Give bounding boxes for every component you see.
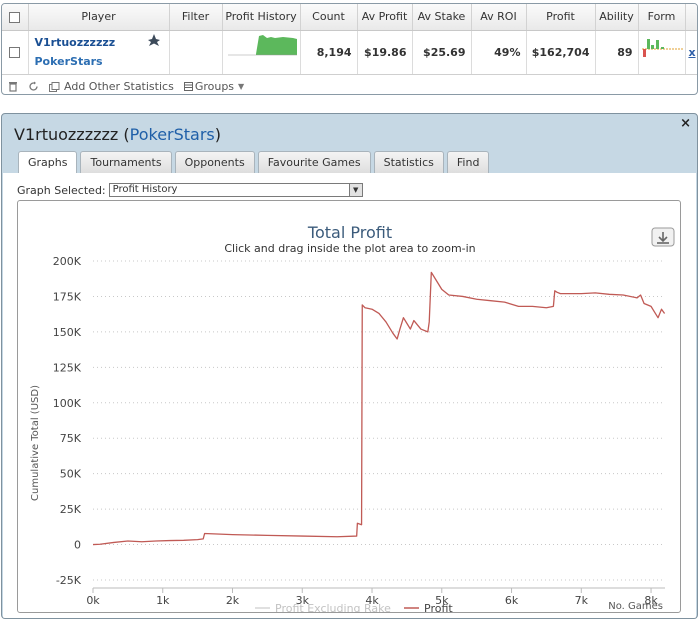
groups-icon: [183, 82, 193, 91]
graph-select-dropdown[interactable]: Profit History ▼: [108, 183, 363, 197]
profit-cell: $162,704: [526, 30, 596, 75]
av-profit-cell: $19.86: [357, 30, 413, 75]
remove-player-link[interactable]: x: [688, 46, 695, 59]
add-stats-icon: [49, 81, 60, 92]
poker-room-icon: [147, 33, 160, 46]
y-tick-label: 75K: [60, 432, 82, 445]
profit-history-sparkline: [227, 34, 297, 55]
tab-graphs[interactable]: Graphs: [18, 151, 78, 174]
trash-icon[interactable]: [8, 81, 18, 92]
chart-subtitle: Click and drag inside the plot area to z…: [224, 242, 475, 255]
legend-label-profit: Profit: [424, 602, 453, 612]
player-cell: V1rtuozzzzzz PokerStars: [28, 30, 170, 75]
y-tick-label: -25K: [56, 574, 82, 587]
player-window: V1rtuozzzzzz (PokerStars) × Graphs Tourn…: [1, 113, 698, 619]
col-header-count[interactable]: Count: [300, 4, 358, 31]
tab-opponents[interactable]: Opponents: [174, 151, 255, 173]
row-select-cell[interactable]: [2, 30, 29, 75]
form-chart: [641, 38, 683, 57]
window-body: Graph Selected: Profit History ▼ -25K 0 25…: [3, 173, 696, 618]
tab-statistics[interactable]: Statistics: [373, 151, 444, 173]
av-stake-cell: $25.69: [412, 30, 472, 75]
col-header-profit-history[interactable]: Profit History: [222, 4, 301, 31]
window-tabs: Graphs Tournaments Opponents Favourite G…: [18, 151, 492, 174]
filter-cell[interactable]: [169, 30, 223, 75]
x-axis-label: No. Games: [608, 601, 663, 612]
graph-select-value: Profit History: [112, 184, 178, 195]
col-header-ability[interactable]: Ability: [595, 4, 639, 31]
count-cell: 8,194: [300, 30, 358, 75]
x-tick-label: 6k: [505, 594, 519, 607]
graph-select-row: Graph Selected: Profit History ▼: [17, 183, 363, 197]
player-stats-table: Player Filter Profit History Count Av Pr…: [2, 4, 697, 75]
player-stats-panel: Player Filter Profit History Count Av Pr…: [1, 3, 698, 95]
legend-label-excl-rake: Profit Excluding Rake: [275, 602, 391, 612]
add-other-statistics-button[interactable]: Add Other Statistics: [49, 80, 174, 93]
title-open-paren: (: [118, 125, 130, 144]
y-tick-label: 25K: [60, 503, 82, 516]
row-checkbox[interactable]: [9, 47, 21, 58]
y-tick-label: 150K: [53, 326, 82, 339]
groups-dropdown[interactable]: Groups ▼: [183, 80, 245, 93]
col-header-av-profit[interactable]: Av Profit: [357, 4, 413, 31]
profit-history-sparkline-cell: [222, 30, 301, 75]
tab-favourite-games[interactable]: Favourite Games: [257, 151, 371, 173]
remove-cell: x: [685, 30, 697, 75]
x-tick-label: 1k: [156, 594, 170, 607]
x-tick-label: 2k: [226, 594, 240, 607]
y-tick-label: 100K: [53, 397, 82, 410]
window-player-name: V1rtuozzzzzz: [14, 125, 119, 144]
ability-cell: 89: [595, 30, 639, 75]
download-chart-button[interactable]: [651, 227, 675, 247]
x-tick-label: 0k: [86, 594, 100, 607]
select-all-header[interactable]: [2, 4, 29, 31]
av-roi-cell: 49%: [471, 30, 527, 75]
chart-legend: Profit Excluding Rake Profit: [255, 602, 453, 615]
col-header-player[interactable]: Player: [28, 4, 170, 31]
col-header-remove: [685, 4, 697, 31]
window-title: V1rtuozzzzzz (PokerStars): [14, 125, 221, 144]
chevron-down-icon: ▼: [238, 82, 245, 91]
chevron-down-icon[interactable]: ▼: [348, 184, 362, 196]
chart-container: -25K 0 25K 50K 75K 100K 125K 150K 175K 200K 0k 1k 2k…: [17, 200, 681, 615]
y-tick-label: 0: [74, 539, 81, 552]
table-row: V1rtuozzzzzz PokerStars 8,194 $19.86 $25…: [2, 30, 697, 75]
col-header-profit[interactable]: Profit: [526, 4, 596, 31]
col-header-av-roi[interactable]: Av ROI: [471, 4, 527, 31]
tab-tournaments[interactable]: Tournaments: [80, 151, 172, 173]
col-header-form[interactable]: Form: [638, 4, 686, 31]
x-tick-label: 7k: [575, 594, 589, 607]
y-axis-label: Cumulative Total (USD): [30, 385, 41, 501]
title-close-paren: ): [214, 125, 222, 144]
add-other-statistics-label: Add Other Statistics: [64, 80, 174, 93]
groups-label: Groups: [194, 80, 235, 93]
player-name-link[interactable]: V1rtuozzzzzz: [35, 36, 164, 49]
table-toolbar: Add Other Statistics Groups ▼: [2, 75, 697, 95]
graph-select-label: Graph Selected:: [17, 183, 106, 197]
form-cell: [638, 30, 686, 75]
chart-title: Total Profit: [307, 223, 392, 242]
legend-item-profit-excluding-rake[interactable]: Profit Excluding Rake: [255, 602, 391, 615]
legend-item-profit[interactable]: Profit: [404, 602, 453, 615]
table-header-row: Player Filter Profit History Count Av Pr…: [2, 4, 697, 31]
y-tick-label: 125K: [53, 361, 82, 374]
profit-chart[interactable]: -25K 0 25K 50K 75K 100K 125K 150K 175K 200K 0k 1k 2k…: [18, 201, 680, 615]
col-header-filter[interactable]: Filter: [169, 4, 223, 31]
y-tick-label: 50K: [60, 468, 82, 481]
y-tick-label: 200K: [53, 255, 82, 268]
series-line-profit: [92, 271, 666, 546]
y-tick-label: 175K: [53, 290, 82, 303]
tab-find[interactable]: Find: [446, 151, 490, 173]
player-site-link[interactable]: PokerStars: [35, 55, 164, 68]
refresh-icon[interactable]: [28, 81, 39, 92]
close-window-icon[interactable]: ×: [680, 116, 691, 131]
window-site-link[interactable]: PokerStars: [130, 125, 215, 144]
col-header-av-stake[interactable]: Av Stake: [412, 4, 472, 31]
select-all-checkbox[interactable]: [9, 11, 21, 23]
